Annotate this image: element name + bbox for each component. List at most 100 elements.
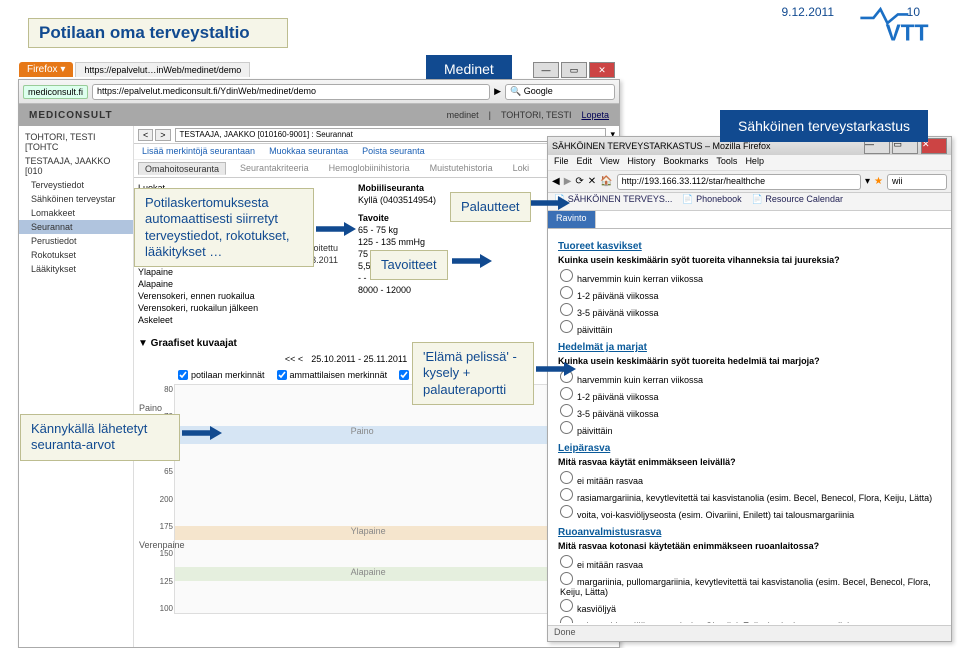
menu-bookmarks[interactable]: Bookmarks — [663, 156, 708, 169]
url-input[interactable]: https://epalvelut.mediconsult.fi/YdinWeb… — [92, 84, 490, 100]
question-text: Kuinka usein keskimäärin syöt tuoreita v… — [558, 255, 941, 265]
question-text: Mitä rasvaa käytät enimmäkseen leivällä? — [558, 457, 941, 467]
site-identity[interactable]: mediconsult.fi — [23, 85, 88, 99]
radio-option[interactable]: 1-2 päivänä viikossa — [560, 285, 941, 302]
section-title: Tuoreet kasvikset — [558, 241, 941, 252]
nav-fwd-icon[interactable]: ▶ — [564, 176, 572, 187]
address-bar: mediconsult.fi https://epalvelut.medicon… — [19, 80, 619, 104]
nav-back[interactable]: < — [138, 129, 153, 141]
series-verenpaine: Verenpaine — [139, 540, 185, 550]
section-title: Hedelmät ja marjat — [558, 342, 941, 353]
health-check-label: Sähköinen terveystarkastus — [720, 110, 928, 142]
sidebar-item[interactable]: Rokotukset — [19, 248, 133, 262]
patient-dropdown[interactable]: TESTAAJA, JAAKKO [010160-9001] : Seurann… — [175, 128, 607, 142]
radio-option[interactable]: harvemmin kuin kerran viikossa — [560, 268, 941, 285]
minimize-button[interactable]: — — [533, 62, 559, 78]
sidebar-item[interactable]: Lääkitykset — [19, 262, 133, 276]
logout-link[interactable]: Lopeta — [581, 110, 609, 120]
browser-tab[interactable]: https://epalvelut…inWeb/medinet/demo — [75, 62, 250, 77]
menu-history[interactable]: History — [627, 156, 655, 169]
callout-survey: 'Elämä pelissä' -kysely + palauteraportt… — [412, 342, 534, 405]
radio-option[interactable]: rasiamargariinia, kevytlevitettä tai kas… — [560, 487, 941, 504]
radio-option[interactable]: kasviöljyä — [560, 598, 941, 615]
sidebar-item[interactable]: Sähköinen terveystar — [19, 192, 133, 206]
sidebar: TOHTORI, TESTI [TOHTC TESTAAJA, JAAKKO [… — [19, 126, 134, 647]
callout-feedback: Palautteet — [450, 192, 531, 222]
svg-text:VTT: VTT — [886, 20, 929, 46]
series-paino: Paino — [139, 403, 162, 413]
chart-prev[interactable]: << < — [285, 354, 303, 364]
menu-file[interactable]: File — [554, 156, 569, 169]
chart-section-title[interactable]: ▼ Graafiset kuvaajat — [138, 338, 615, 349]
radio-option[interactable]: harvemmin kuin kerran viikossa — [560, 369, 941, 386]
slide-title: Potilaan oma terveystaltio — [39, 23, 250, 43]
question-text: Mitä rasvaa kotonasi käytetään enimmäkse… — [558, 541, 941, 551]
radio-option[interactable]: 3-5 päivänä viikossa — [560, 403, 941, 420]
home-icon[interactable]: 🏠 — [600, 176, 612, 187]
firefox-button[interactable]: Firefox ▾ — [19, 62, 73, 77]
radio-option[interactable]: ei mitään rasvaa — [560, 470, 941, 487]
nav-back-icon[interactable]: ◀ — [552, 176, 560, 187]
radio-option[interactable]: ei mitään rasvaa — [560, 554, 941, 571]
close-button[interactable]: ✕ — [589, 62, 615, 78]
radio-option[interactable]: päivittäin — [560, 420, 941, 437]
menu-tools[interactable]: Tools — [716, 156, 737, 169]
sidebar-item[interactable]: Perustiedot — [19, 234, 133, 248]
radio-option[interactable]: voita, voi-kasviöljyseosta (esim. Oivari… — [560, 504, 941, 521]
status-bar: Done — [548, 625, 951, 641]
menu-bar: File Edit View History Bookmarks Tools H… — [548, 155, 951, 171]
sidebar-item[interactable]: Lomakkeet — [19, 206, 133, 220]
window-title: SÄHKÖINEN TERVEYSTARKASTUS – Mozilla Fir… — [552, 141, 771, 151]
bookmark-item[interactable]: 📄 Resource Calendar — [752, 194, 843, 209]
tab[interactable]: Hemoglobiinihistoria — [323, 162, 416, 175]
vtt-logo: VTT — [856, 0, 952, 49]
checkbox-pro[interactable]: ammattilaisen merkinnät — [277, 370, 388, 380]
search-input[interactable]: wii — [887, 174, 947, 190]
menu-edit[interactable]: Edit — [577, 156, 593, 169]
sidebar-item-selected[interactable]: Seurannat — [19, 220, 133, 234]
slide-title-box: Potilaan oma terveystaltio — [28, 18, 288, 48]
mediconsult-header: MEDICONSULT medinet | TOHTORI, TESTI Lop… — [19, 104, 619, 126]
submenu-item[interactable]: Lisää merkintöjä seurantaan — [142, 146, 255, 157]
radio-option[interactable]: margariinia, pullomargariinia, kevytlevi… — [560, 571, 941, 598]
callout-mobile: Kännykällä lähetetyt seuranta-arvot — [20, 414, 180, 461]
checkbox-patient[interactable]: potilaan merkinnät — [178, 370, 265, 380]
url-input[interactable]: http://193.166.33.112/star/healthche — [617, 174, 861, 190]
header-link-medinet[interactable]: medinet — [447, 110, 479, 120]
header-user: TOHTORI, TESTI — [501, 110, 572, 120]
bookmark-item[interactable]: 📄 SÄHKÖINEN TERVEYS... — [554, 194, 672, 209]
bookmark-item[interactable]: 📄 Phonebook — [682, 194, 741, 209]
radio-option[interactable]: päivittäin — [560, 319, 941, 336]
reload-icon[interactable]: ⟳ — [575, 176, 583, 187]
menu-view[interactable]: View — [600, 156, 619, 169]
radio-option[interactable]: voita, voi-kasviöljyseosta (esim. Oivari… — [560, 615, 941, 623]
content-tab[interactable]: Ravinto — [548, 211, 596, 228]
submenu-item[interactable]: Poista seuranta — [362, 146, 425, 157]
sidebar-item[interactable]: TOHTORI, TESTI [TOHTC — [19, 130, 133, 154]
nav-fwd[interactable]: > — [155, 129, 170, 141]
sidebar-item[interactable]: Terveystiedot — [19, 178, 133, 192]
sidebar-item[interactable]: TESTAAJA, JAAKKO [010 — [19, 154, 133, 178]
brand-logo: MEDICONSULT — [29, 110, 113, 121]
tab[interactable]: Loki — [507, 162, 536, 175]
stop-icon[interactable]: ✕ — [588, 176, 596, 187]
tab-active[interactable]: Omahoitoseuranta — [138, 162, 226, 175]
tab[interactable]: Seurantakriteeria — [234, 162, 315, 175]
slide-date: 9.12.2011 — [782, 5, 835, 19]
menu-help[interactable]: Help — [745, 156, 764, 169]
search-input[interactable]: 🔍 Google — [505, 84, 615, 100]
questionnaire-body: Tuoreet kasvikset Kuinka usein keskimäär… — [548, 229, 951, 623]
callout-goals: Tavoitteet — [370, 250, 448, 280]
section-title: Ruoanvalmistusrasva — [558, 527, 941, 538]
radio-option[interactable]: 3-5 päivänä viikossa — [560, 302, 941, 319]
health-check-browser-window: SÄHKÖINEN TERVEYSTARKASTUS – Mozilla Fir… — [547, 136, 952, 642]
maximize-button[interactable]: ▭ — [561, 62, 587, 78]
tab[interactable]: Muistutehistoria — [424, 162, 499, 175]
callout-transfer: Potilaskertomuksesta automaattisesti sii… — [134, 188, 314, 267]
chart-range: 25.10.2011 - 25.11.2011 — [311, 354, 407, 364]
question-text: Kuinka usein keskimäärin syöt tuoreita h… — [558, 356, 941, 366]
section-title: Leipärasva — [558, 443, 941, 454]
submenu-item[interactable]: Muokkaa seurantaa — [269, 146, 348, 157]
go-icon[interactable]: ▶ — [494, 86, 501, 97]
radio-option[interactable]: 1-2 päivänä viikossa — [560, 386, 941, 403]
